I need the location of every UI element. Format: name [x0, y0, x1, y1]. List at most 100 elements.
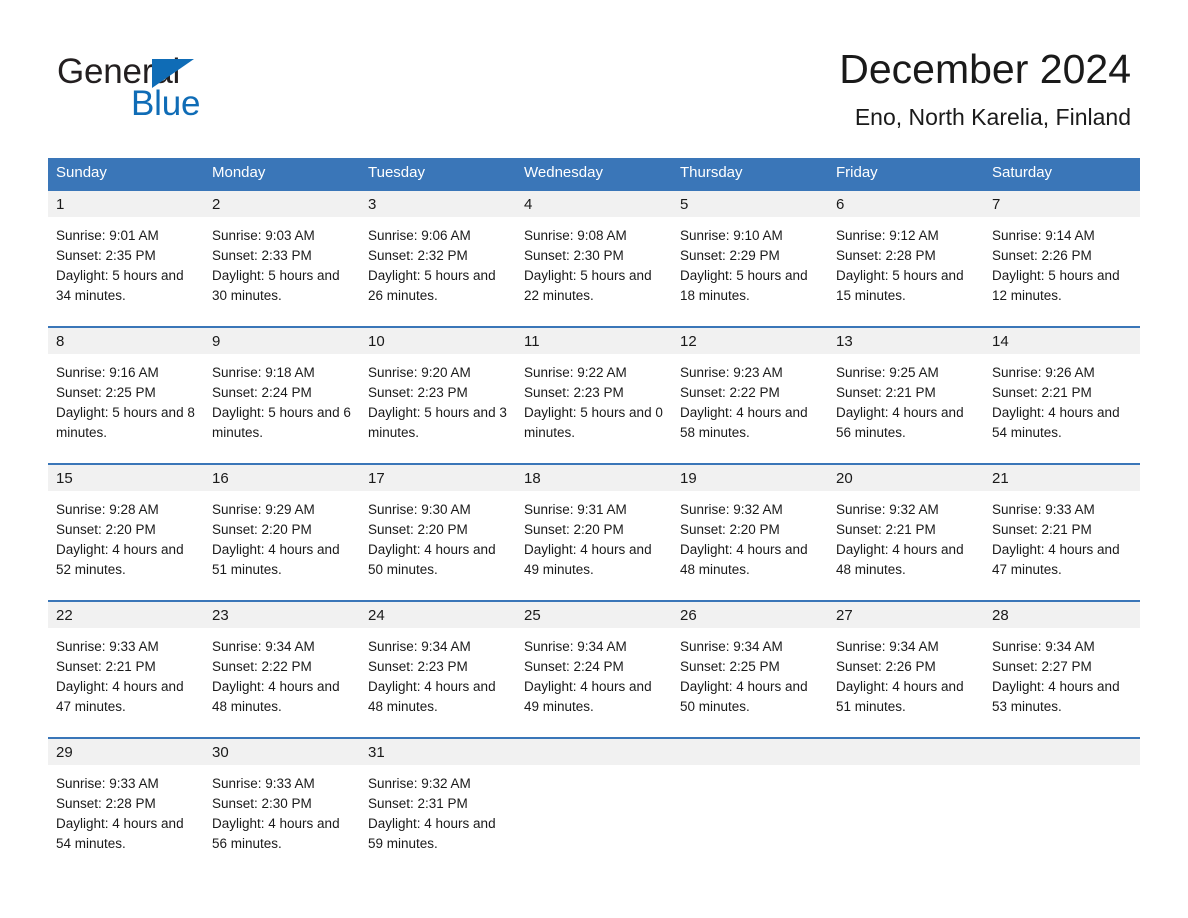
calendar-week-row: 29 30 31 Sunrise: 9:33 AM Sunset: 2:28 PM Day…: [48, 737, 1140, 865]
sunset-text: Sunset: 2:35 PM: [56, 248, 156, 263]
day-number[interactable]: 10: [360, 328, 516, 354]
day-number-row: 1234567: [48, 191, 1140, 217]
sunrise-text: Sunrise: 9:25 AM: [836, 365, 939, 380]
day-number-empty: [984, 739, 1140, 765]
day-cell[interactable]: Sunrise: 9:01 AM Sunset: 2:35 PM Daylight:…: [48, 217, 204, 326]
day-number[interactable]: 28: [984, 602, 1140, 628]
day-cell[interactable]: Sunrise: 9:20 AM Sunset: 2:23 PM Daylight:…: [360, 354, 516, 463]
day-cell[interactable]: Sunrise: 9:10 AM Sunset: 2:29 PM Daylight:…: [672, 217, 828, 326]
day-cell[interactable]: Sunrise: 9:32 AM Sunset: 2:20 PM Daylight:…: [672, 491, 828, 600]
day-number[interactable]: 27: [828, 602, 984, 628]
weekday-header-tuesday: Tuesday: [368, 164, 425, 181]
day-number[interactable]: 20: [828, 465, 984, 491]
day-cell[interactable]: Sunrise: 9:34 AM Sunset: 2:25 PM Daylight:…: [672, 628, 828, 737]
day-number[interactable]: 22: [48, 602, 204, 628]
day-number[interactable]: 12: [672, 328, 828, 354]
day-number-empty: [672, 739, 828, 765]
day-cell[interactable]: Sunrise: 9:33 AM Sunset: 2:30 PM Daylight:…: [204, 765, 360, 865]
day-cell[interactable]: Sunrise: 9:33 AM Sunset: 2:21 PM Daylight:…: [984, 491, 1140, 600]
daylight-text: Daylight: 4 hours and 51 minutes.: [836, 679, 964, 714]
sunrise-text: Sunrise: 9:30 AM: [368, 502, 471, 517]
day-number[interactable]: 4: [516, 191, 672, 217]
day-number[interactable]: 1: [48, 191, 204, 217]
day-cell[interactable]: Sunrise: 9:08 AM Sunset: 2:30 PM Daylight:…: [516, 217, 672, 326]
day-number[interactable]: 3: [360, 191, 516, 217]
title-block: December 2024 Eno, North Karelia, Finlan…: [431, 44, 1131, 132]
day-number[interactable]: 23: [204, 602, 360, 628]
sunset-text: Sunset: 2:20 PM: [368, 522, 468, 537]
day-cell[interactable]: Sunrise: 9:29 AM Sunset: 2:20 PM Daylight:…: [204, 491, 360, 600]
sunrise-text: Sunrise: 9:08 AM: [524, 228, 627, 243]
sunrise-text: Sunrise: 9:34 AM: [368, 639, 471, 654]
day-cell[interactable]: Sunrise: 9:03 AM Sunset: 2:33 PM Daylight:…: [204, 217, 360, 326]
day-cell[interactable]: Sunrise: 9:23 AM Sunset: 2:22 PM Daylight:…: [672, 354, 828, 463]
day-number[interactable]: 14: [984, 328, 1140, 354]
day-cell[interactable]: Sunrise: 9:22 AM Sunset: 2:23 PM Daylight:…: [516, 354, 672, 463]
daylight-text: Daylight: 5 hours and 3 minutes.: [368, 405, 507, 440]
daylight-text: Daylight: 4 hours and 56 minutes.: [836, 405, 964, 440]
day-number[interactable]: 21: [984, 465, 1140, 491]
day-number[interactable]: 9: [204, 328, 360, 354]
day-cell[interactable]: Sunrise: 9:28 AM Sunset: 2:20 PM Daylight:…: [48, 491, 204, 600]
sunrise-text: Sunrise: 9:26 AM: [992, 365, 1095, 380]
daylight-text: Daylight: 4 hours and 50 minutes.: [368, 542, 496, 577]
day-number[interactable]: 6: [828, 191, 984, 217]
day-cell-empty: [984, 765, 1140, 865]
daylight-text: Daylight: 4 hours and 54 minutes.: [992, 405, 1120, 440]
day-number[interactable]: 19: [672, 465, 828, 491]
day-number[interactable]: 24: [360, 602, 516, 628]
day-cell-empty: [828, 765, 984, 865]
sunrise-text: Sunrise: 9:14 AM: [992, 228, 1095, 243]
sunset-text: Sunset: 2:21 PM: [836, 385, 936, 400]
sunrise-text: Sunrise: 9:33 AM: [212, 776, 315, 791]
day-cell[interactable]: Sunrise: 9:34 AM Sunset: 2:27 PM Daylight:…: [984, 628, 1140, 737]
sunset-text: Sunset: 2:31 PM: [368, 796, 468, 811]
day-number[interactable]: 2: [204, 191, 360, 217]
daylight-text: Daylight: 4 hours and 49 minutes.: [524, 542, 652, 577]
day-cell[interactable]: Sunrise: 9:30 AM Sunset: 2:20 PM Daylight:…: [360, 491, 516, 600]
sunrise-text: Sunrise: 9:12 AM: [836, 228, 939, 243]
day-number[interactable]: 30: [204, 739, 360, 765]
sunset-text: Sunset: 2:21 PM: [992, 385, 1092, 400]
day-number[interactable]: 25: [516, 602, 672, 628]
day-number[interactable]: 11: [516, 328, 672, 354]
day-cell[interactable]: Sunrise: 9:32 AM Sunset: 2:21 PM Daylight:…: [828, 491, 984, 600]
day-number[interactable]: 16: [204, 465, 360, 491]
day-number[interactable]: 15: [48, 465, 204, 491]
day-cell[interactable]: Sunrise: 9:33 AM Sunset: 2:21 PM Daylight:…: [48, 628, 204, 737]
day-cell[interactable]: Sunrise: 9:14 AM Sunset: 2:26 PM Daylight:…: [984, 217, 1140, 326]
day-cell[interactable]: Sunrise: 9:33 AM Sunset: 2:28 PM Daylight:…: [48, 765, 204, 865]
day-cell[interactable]: Sunrise: 9:16 AM Sunset: 2:25 PM Daylight:…: [48, 354, 204, 463]
calendar-week-row: 15 16 17 18 19 20 21 Sunrise: 9:28 AM Sunset: 2:…: [48, 463, 1140, 600]
day-number[interactable]: 8: [48, 328, 204, 354]
day-number[interactable]: 18: [516, 465, 672, 491]
sunset-text: Sunset: 2:22 PM: [212, 659, 312, 674]
day-number[interactable]: 7: [984, 191, 1140, 217]
day-cell[interactable]: Sunrise: 9:34 AM Sunset: 2:26 PM Daylight:…: [828, 628, 984, 737]
day-number[interactable]: 29: [48, 739, 204, 765]
day-number[interactable]: 5: [672, 191, 828, 217]
day-cell[interactable]: Sunrise: 9:32 AM Sunset: 2:31 PM Daylight:…: [360, 765, 516, 865]
day-cell[interactable]: Sunrise: 9:25 AM Sunset: 2:21 PM Daylight:…: [828, 354, 984, 463]
day-number-row: 29 30 31: [48, 739, 1140, 765]
sunset-text: Sunset: 2:28 PM: [56, 796, 156, 811]
day-cell[interactable]: Sunrise: 9:18 AM Sunset: 2:24 PM Daylight:…: [204, 354, 360, 463]
daylight-text: Daylight: 4 hours and 53 minutes.: [992, 679, 1120, 714]
day-number[interactable]: 31: [360, 739, 516, 765]
day-cell[interactable]: Sunrise: 9:12 AM Sunset: 2:28 PM Daylight:…: [828, 217, 984, 326]
generalblue-logo[interactable]: General Blue: [57, 52, 317, 124]
day-cell[interactable]: Sunrise: 9:34 AM Sunset: 2:22 PM Daylight:…: [204, 628, 360, 737]
sunrise-text: Sunrise: 9:03 AM: [212, 228, 315, 243]
weekday-header-monday: Monday: [212, 164, 266, 181]
sunrise-text: Sunrise: 9:31 AM: [524, 502, 627, 517]
day-number[interactable]: 26: [672, 602, 828, 628]
day-cell[interactable]: Sunrise: 9:26 AM Sunset: 2:21 PM Daylight:…: [984, 354, 1140, 463]
day-cell[interactable]: Sunrise: 9:06 AM Sunset: 2:32 PM Daylight:…: [360, 217, 516, 326]
sunrise-text: Sunrise: 9:34 AM: [524, 639, 627, 654]
day-cell[interactable]: Sunrise: 9:31 AM Sunset: 2:20 PM Daylight:…: [516, 491, 672, 600]
logo-text-blue: Blue: [131, 84, 201, 123]
day-cell[interactable]: Sunrise: 9:34 AM Sunset: 2:24 PM Daylight:…: [516, 628, 672, 737]
day-cell[interactable]: Sunrise: 9:34 AM Sunset: 2:23 PM Daylight:…: [360, 628, 516, 737]
day-number[interactable]: 13: [828, 328, 984, 354]
day-number[interactable]: 17: [360, 465, 516, 491]
